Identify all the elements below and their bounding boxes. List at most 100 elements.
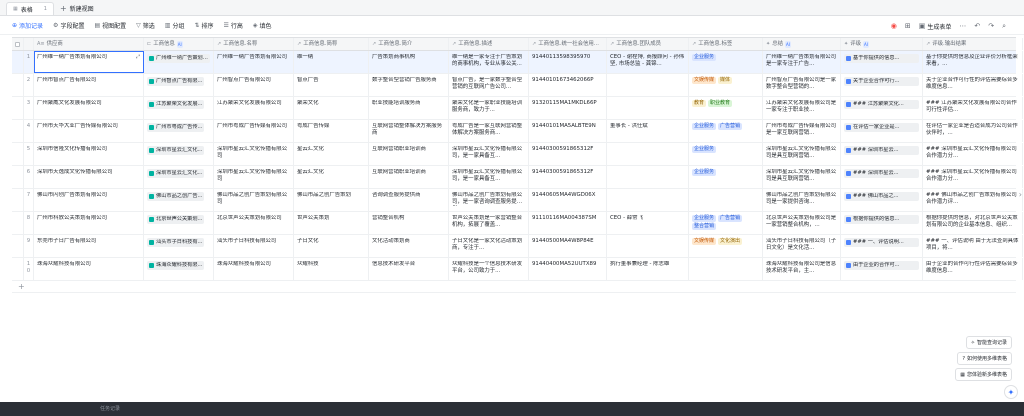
short-name-cell[interactable]: 星云汇文化 bbox=[294, 166, 369, 188]
short-name-cell[interactable]: 众耀科技 bbox=[294, 258, 369, 280]
redo-icon[interactable]: ↷ bbox=[988, 22, 994, 30]
table-row[interactable]: 6 深圳市天逸成文化传播有限公司 深圳市星云汇文化... 深圳市星云汇文化传播有… bbox=[12, 166, 1023, 189]
credit-code-cell[interactable]: 91440400MA52UUTX89 bbox=[529, 258, 607, 280]
short-name-cell[interactable]: 粤成广告传媒 bbox=[294, 120, 369, 142]
biz-link-cell[interactable]: 广州智点广告有限... bbox=[144, 74, 214, 96]
supplier-cell[interactable]: 深圳市天逸成文化传播有限公司 bbox=[34, 166, 144, 188]
name-cell[interactable]: 深圳市星云汇文化传播有限公司 bbox=[214, 143, 294, 165]
intro-cell[interactable]: 信息技术研发平台 bbox=[369, 258, 449, 280]
column-header-name[interactable]: ↗ 工商信息.名称 bbox=[214, 38, 294, 50]
rating-cell[interactable]: ### 一、评估说明... bbox=[841, 235, 923, 257]
supplier-cell[interactable]: 广州市天华大业广告传媒有限公司 bbox=[34, 120, 144, 142]
column-header-result[interactable]: ↗ 评级.输出结果 bbox=[923, 38, 1023, 50]
summary-cell[interactable]: 广州智点广告有限公司是一家数字整合型营销的... bbox=[763, 74, 841, 96]
link-chip[interactable]: 深圳市星云汇文化... bbox=[147, 169, 205, 178]
table-row[interactable]: 8 广州市科放公关策划有限公司 北京世声公关策划... 北京世声公关策划有限公司… bbox=[12, 212, 1023, 235]
tags-cell[interactable] bbox=[689, 189, 763, 211]
name-cell[interactable]: 广州市粤成广告传媒有限公司 bbox=[214, 120, 294, 142]
result-cell[interactable]: 基于你提供的信息及企业评价分析框架来看，... bbox=[923, 51, 1023, 73]
intro-cell[interactable]: 职业技能培训服务商 bbox=[369, 97, 449, 119]
summary-cell[interactable]: 广州维一纳广告策划有限公司是一家专注于广告... bbox=[763, 51, 841, 73]
fill-color-button[interactable]: ◈ 填色 bbox=[253, 21, 272, 30]
sort-button[interactable]: ⇅ 排序 bbox=[194, 21, 213, 30]
result-cell[interactable]: 在评估一家企业是否适合成为公司合作伙伴时，... bbox=[923, 120, 1023, 142]
table-row[interactable]: 10 珠海众耀科技有限公司 珠海众耀科技有限... 珠海众耀科技有限公司 众耀科… bbox=[12, 258, 1023, 281]
rating-chip[interactable]: 关于企业合作可行... bbox=[844, 77, 919, 86]
name-cell[interactable]: 广州智点广告有限公司 bbox=[214, 74, 294, 96]
credit-code-cell[interactable]: 91440113598395970 bbox=[529, 51, 607, 73]
result-cell[interactable]: ### 江苏聚荣文化发展有限公司合作可行性评估... bbox=[923, 97, 1023, 119]
supplier-cell[interactable]: 广州市科放公关策划有限公司 bbox=[34, 212, 144, 234]
column-header-credit[interactable]: ↗ 工商信息.统一社会信用... bbox=[529, 38, 607, 50]
result-cell[interactable]: ### 佛山市品之创广告策划有限公司合作潜力评... bbox=[923, 189, 1023, 211]
rating-cell[interactable]: ### 深圳市星云... bbox=[841, 166, 923, 188]
table-row[interactable]: 3 广州聚威文化发展有限公司 江苏聚荣文化发展... 江苏聚荣文化发展有限公司 … bbox=[12, 97, 1023, 120]
summary-cell[interactable]: 江苏聚荣文化发展有限公司是一家专注于职业技... bbox=[763, 97, 841, 119]
summary-cell[interactable]: 汕头市子日科技有限公司（子日文化）是文化活... bbox=[763, 235, 841, 257]
biz-link-cell[interactable]: 广州市粤成广告传... bbox=[144, 120, 214, 142]
team-cell[interactable]: CEO - 薛常飞 bbox=[607, 212, 689, 234]
smart-fill-button[interactable]: ✧ 智能查询记录 bbox=[965, 336, 1012, 349]
expand-icon[interactable]: ⤢ bbox=[136, 54, 140, 61]
view-config-button[interactable]: ▤ 视图配置 bbox=[94, 21, 126, 30]
team-cell[interactable]: CEO - 谢程博, 商报顾问 - 孙伟坚, 市场总监 - 龚锦... bbox=[607, 51, 689, 73]
row-checkbox[interactable] bbox=[12, 258, 24, 280]
link-chip[interactable]: 汕头市子日科技有... bbox=[147, 238, 205, 247]
column-header-team[interactable]: ↗ 工商信息.团队成员 bbox=[607, 38, 689, 50]
short-name-cell[interactable]: 子日文化 bbox=[294, 235, 369, 257]
intro-cell[interactable]: 数字整合型营销广告服务商 bbox=[369, 74, 449, 96]
supplier-cell[interactable]: 深圳市信隆文化传播有限公司 bbox=[34, 143, 144, 165]
group-button[interactable]: ▥ 分组 bbox=[165, 21, 185, 30]
row-checkbox[interactable] bbox=[12, 74, 24, 96]
rating-chip[interactable]: ### 佛山市品之... bbox=[844, 192, 919, 201]
link-chip[interactable]: 广州智点广告有限... bbox=[147, 77, 205, 86]
credit-code-cell[interactable]: 91440500MA4W8P84E bbox=[529, 235, 607, 257]
rating-cell[interactable]: 基于你提供的信息... bbox=[841, 51, 923, 73]
table-row[interactable]: 2 广州市智点广告有限公司 广州智点广告有限... 广州智点广告有限公司 智点广… bbox=[12, 74, 1023, 97]
desc-cell[interactable]: 众耀科技是一个信息技术研发平台，公司致力于... bbox=[449, 258, 529, 280]
rating-cell[interactable]: 由于企业的合作可... bbox=[841, 258, 923, 280]
rating-chip[interactable]: 基于你提供的信息... bbox=[844, 54, 919, 63]
column-header-desc[interactable]: ↗ 工商信息.描述 bbox=[449, 38, 529, 50]
supplier-cell[interactable]: 广州市智点广告有限公司 bbox=[34, 74, 144, 96]
tags-cell[interactable]: 企业服务 广告营销整合营销 bbox=[689, 212, 763, 234]
biz-link-cell[interactable]: 深圳市星云汇文化... bbox=[144, 143, 214, 165]
name-cell[interactable]: 珠海众耀科技有限公司 bbox=[214, 258, 294, 280]
link-chip[interactable]: 广州维一纳广告策划有... bbox=[147, 54, 210, 63]
intro-cell[interactable]: 咨询调查服务提供商 bbox=[369, 189, 449, 211]
desc-cell[interactable]: 智点广告，是一家数字整合型营销的互联网广告公司... bbox=[449, 74, 529, 96]
team-cell[interactable] bbox=[607, 235, 689, 257]
link-chip[interactable]: 广州市粤成广告传... bbox=[147, 123, 205, 132]
chevron-right-icon[interactable]: › bbox=[1019, 190, 1022, 199]
name-cell[interactable]: 佛山市品之创广告策划有限公司 bbox=[214, 189, 294, 211]
biz-link-cell[interactable]: 广州维一纳广告策划有... bbox=[144, 51, 214, 73]
summary-cell[interactable]: 珠海众耀科技有限公司是信息技术研发平台，主... bbox=[763, 258, 841, 280]
credit-code-cell[interactable]: 91440300591865312F bbox=[529, 166, 607, 188]
rating-cell[interactable]: ### 深圳市星云... bbox=[841, 143, 923, 165]
tags-cell[interactable]: 教育 职业教育 bbox=[689, 97, 763, 119]
table-row[interactable]: 5 深圳市信隆文化传播有限公司 深圳市星云汇文化... 深圳市星云汇文化传播有限… bbox=[12, 143, 1023, 166]
summary-cell[interactable]: 北京世声公关策划有限公司是一家营销整合机构，... bbox=[763, 212, 841, 234]
row-checkbox[interactable] bbox=[12, 97, 24, 119]
team-cell[interactable] bbox=[607, 166, 689, 188]
column-header-summary[interactable]: ✦ 总结 AI bbox=[763, 38, 841, 50]
name-cell[interactable]: 汕头市子日科技有限公司 bbox=[214, 235, 294, 257]
filter-button[interactable]: ▽ 筛选 bbox=[136, 21, 155, 30]
result-cell[interactable]: 由于企业的合作可行性评估需要综合多维度信息... bbox=[923, 258, 1023, 280]
row-height-button[interactable]: ☰ 行高 bbox=[224, 21, 243, 30]
short-name-cell[interactable]: 世声公关策划 bbox=[294, 212, 369, 234]
column-header-biz[interactable]: ⊏ 工商信息 AI bbox=[144, 38, 214, 50]
undo-icon[interactable]: ↶ bbox=[974, 22, 980, 30]
summary-cell[interactable]: 深圳市星云汇文化传播有限公司是具互联网营销... bbox=[763, 166, 841, 188]
link-chip[interactable]: 北京世声公关策划... bbox=[147, 215, 205, 224]
link-chip[interactable]: 佛山市品之创广告... bbox=[147, 192, 205, 201]
result-cell[interactable]: 根据你提供的信息，对北京世声公关策划有限公司的企业基本信息、组织... bbox=[923, 212, 1023, 234]
desc-cell[interactable]: 维一纳是一家专注于广告策划的商事机构，专业从事公关... bbox=[449, 51, 529, 73]
result-cell[interactable]: 关于企业合作可行性的评估需要综合多维度信息... bbox=[923, 74, 1023, 96]
tags-cell[interactable]: 企业服务 bbox=[689, 166, 763, 188]
rating-chip[interactable]: 由于企业的合作可... bbox=[844, 261, 919, 270]
biz-link-cell[interactable]: 佛山市品之创广告... bbox=[144, 189, 214, 211]
link-chip[interactable]: 深圳市星云汇文化... bbox=[147, 146, 205, 155]
row-checkbox[interactable] bbox=[12, 51, 24, 73]
biz-link-cell[interactable]: 北京世声公关策划... bbox=[144, 212, 214, 234]
